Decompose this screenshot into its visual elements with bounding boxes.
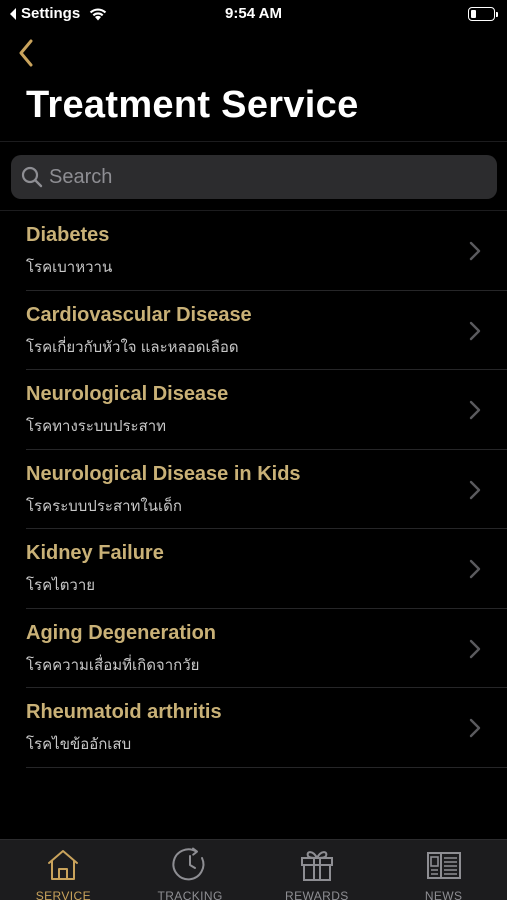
service-title: Neurological Disease [26, 383, 229, 405]
service-title: Aging Degeneration [26, 621, 217, 644]
gift-icon [298, 846, 336, 884]
home-icon [44, 846, 82, 884]
chevron-right-icon [469, 718, 481, 738]
row-divider [26, 766, 507, 768]
service-subtitle: โรคระบบประสาทในเด็ก [26, 497, 182, 515]
chevron-right-icon [469, 639, 481, 658]
back-button[interactable] [10, 36, 42, 70]
chevron-right-icon [469, 241, 481, 261]
screen: Settings 9:54 AM Treatment Service Searc… [0, 0, 507, 900]
service-subtitle: โรคไขข้ออักเสบ [26, 736, 132, 753]
chevron-right-icon [469, 480, 481, 499]
tab-label: REWARDS [285, 889, 349, 900]
service-subtitle: โรคไตวาย [26, 577, 96, 594]
tab-tracking[interactable]: TRACKING [127, 840, 254, 900]
service-list-item[interactable]: Kidney Failure โรคไตวาย [0, 529, 507, 609]
battery-level [471, 10, 476, 18]
service-list-item[interactable]: Rheumatoid arthritis โรคไขข้ออักเสบ [0, 688, 507, 768]
tab-bar: SERVICE TRACKING REWARDS NEWS [0, 839, 507, 900]
clock-icon [171, 846, 209, 884]
service-subtitle: โรคความเสื่อมที่เกิดจากวัย [26, 656, 200, 674]
service-title: Cardiovascular Disease [26, 303, 252, 326]
tab-label: NEWS [424, 889, 463, 900]
service-title: Kidney Failure [26, 542, 164, 564]
chevron-right-icon [469, 400, 481, 420]
tab-label: SERVICE [35, 889, 91, 900]
page-title: Treatment Service [26, 84, 359, 126]
service-list-item[interactable]: Neurological Disease โรคทางระบบประสาท [0, 370, 507, 450]
newspaper-icon [425, 846, 463, 884]
service-title: Neurological Disease in Kids [26, 462, 301, 485]
service-subtitle: โรคเกี่ยวกับหัวใจ และหลอดเลือด [26, 338, 239, 356]
service-list-item[interactable]: Aging Degeneration โรคความเสื่อมที่เกิดจา… [0, 609, 507, 688]
service-list-item[interactable]: Diabetes โรคเบาหวาน [0, 211, 507, 291]
search-icon [21, 166, 43, 188]
service-subtitle: โรคเบาหวาน [26, 259, 113, 276]
tab-service[interactable]: SERVICE [0, 840, 127, 900]
service-list: Diabetes โรคเบาหวาน Cardiovascular Disease… [0, 211, 507, 768]
status-time: 9:54 AM [225, 5, 282, 22]
service-title: Rheumatoid arthritis [26, 701, 222, 723]
battery-icon [468, 7, 498, 21]
status-bar: Settings 9:54 AM [0, 0, 507, 30]
service-list-item[interactable]: Cardiovascular Disease โรคเกี่ยวกับหัวใจ … [0, 291, 507, 370]
tab-label: TRACKING [157, 889, 223, 900]
tab-news[interactable]: NEWS [380, 840, 507, 900]
battery-indicator [468, 7, 498, 21]
header-divider [0, 141, 507, 142]
service-list-item[interactable]: Neurological Disease in Kids โรคระบบประสา… [0, 450, 507, 529]
service-title: Diabetes [26, 224, 110, 246]
search-bar[interactable] [11, 155, 497, 199]
search-input[interactable] [43, 155, 497, 199]
chevron-left-icon [19, 39, 33, 67]
service-subtitle: โรคทางระบบประสาท [26, 418, 167, 435]
chevron-right-icon [469, 321, 481, 340]
tab-rewards[interactable]: REWARDS [254, 840, 381, 900]
chevron-right-icon [469, 559, 481, 579]
